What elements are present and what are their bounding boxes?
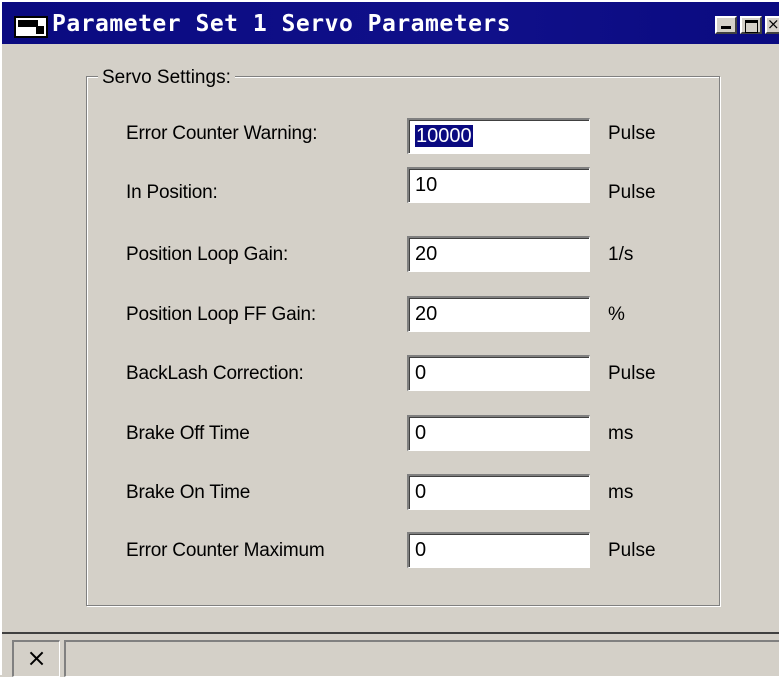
minimize-button[interactable] [715, 16, 737, 34]
title-bar[interactable]: Parameter Set 1 Servo Parameters × [2, 2, 779, 44]
error-counter-maximum-label: Error Counter Maximum [126, 540, 325, 561]
error-counter-warning-input[interactable]: 10000 [407, 118, 590, 154]
in-position-input[interactable]: 10 [407, 167, 590, 203]
brake-on-time-unit: ms [608, 482, 634, 503]
app-window-icon[interactable] [14, 16, 48, 38]
backlash-correction-unit: Pulse [608, 363, 656, 384]
position-loop-ff-gain-label: Position Loop FF Gain: [126, 304, 316, 325]
status-close-icon[interactable]: × [12, 640, 60, 677]
error-counter-warning-unit: Pulse [608, 123, 656, 144]
position-loop-ff-gain-input[interactable]: 20 [407, 296, 590, 332]
brake-on-time-label: Brake On Time [126, 482, 251, 503]
position-loop-gain-input[interactable]: 20 [407, 236, 590, 272]
in-position-label: In Position: [126, 182, 218, 203]
window-controls: × [715, 16, 779, 34]
brake-off-time-unit: ms [608, 423, 634, 444]
parameter-window: Parameter Set 1 Servo Parameters × Servo… [0, 0, 779, 677]
backlash-correction-input[interactable]: 0 [407, 355, 590, 391]
brake-off-time-input[interactable]: 0 [407, 415, 590, 451]
status-message-pane [64, 640, 779, 677]
position-loop-gain-label: Position Loop Gain: [126, 244, 289, 265]
maximize-button[interactable] [740, 16, 762, 34]
window-title: Parameter Set 1 Servo Parameters [52, 11, 512, 37]
in-position-unit: Pulse [608, 182, 656, 203]
servo-settings-legend: Servo Settings: [98, 67, 235, 89]
position-loop-gain-unit: 1/s [608, 244, 634, 265]
close-button[interactable]: × [765, 16, 779, 34]
error-counter-maximum-unit: Pulse [608, 540, 656, 561]
brake-on-time-input[interactable]: 0 [407, 474, 590, 510]
error-counter-maximum-input[interactable]: 0 [407, 532, 590, 568]
brake-off-time-label: Brake Off Time [126, 423, 250, 444]
backlash-correction-label: BackLash Correction: [126, 363, 304, 384]
selected-text: 10000 [415, 125, 473, 147]
position-loop-ff-gain-unit: % [608, 304, 625, 325]
servo-settings-group [86, 76, 720, 606]
error-counter-warning-label: Error Counter Warning: [126, 123, 318, 144]
status-bar: × [2, 632, 779, 677]
